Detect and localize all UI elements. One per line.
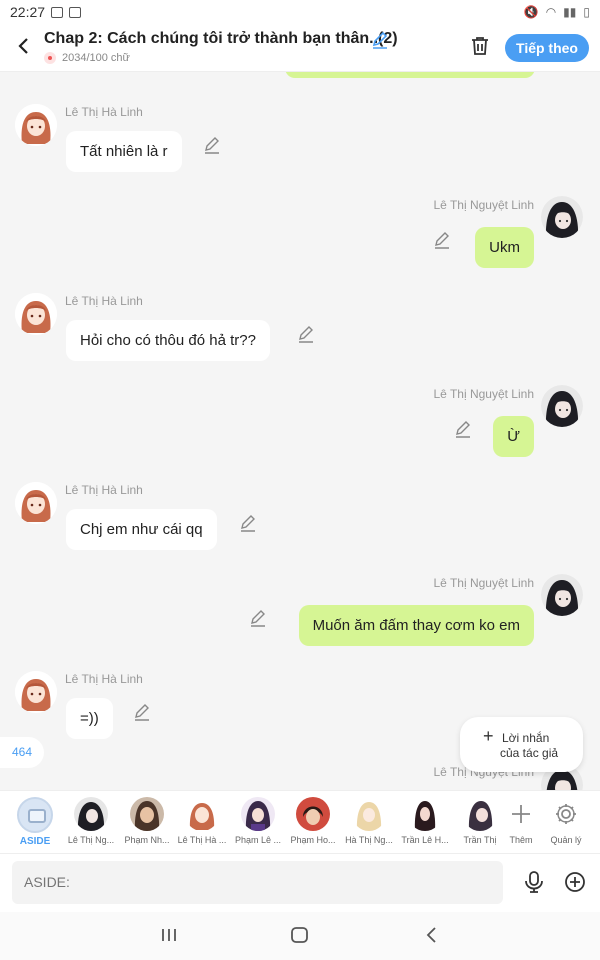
- character-item[interactable]: Phạm Nh...: [120, 797, 174, 845]
- word-count-icon: [44, 52, 56, 64]
- system-nav-bar: [0, 912, 600, 960]
- character-aside[interactable]: ASIDE: [8, 797, 62, 847]
- avatar-nguyet-linh[interactable]: [541, 385, 583, 427]
- word-count: 2034/100 chữ: [44, 52, 130, 64]
- edit-message-icon[interactable]: [249, 610, 267, 628]
- chat-area[interactable]: Lê Thị Hà Linh Tất nhiên là r Lê Thị Ngu…: [0, 72, 600, 790]
- message-bubble[interactable]: Ukm: [475, 227, 534, 268]
- sender-name: Lê Thị Hà Linh: [65, 672, 143, 686]
- status-bar: 22:27 🔇 ◠ ▮▮ ▯: [0, 0, 600, 24]
- home-icon[interactable]: [289, 924, 311, 946]
- status-time: 22:27: [10, 4, 46, 20]
- message-bubble[interactable]: Muốn ăm đấm thay cơm ko em: [298, 605, 534, 646]
- avatar-ha-linh[interactable]: [15, 671, 57, 713]
- character-bar: ASIDE Lê Thị Ng... Phạm Nh... Lê Thị Hà …: [0, 790, 600, 854]
- microphone-icon[interactable]: [523, 870, 545, 894]
- message-bubble[interactable]: Chj em như cái qq: [66, 509, 217, 550]
- aside-icon: [17, 797, 53, 833]
- edit-message-icon[interactable]: [297, 326, 315, 344]
- edit-message-icon[interactable]: [454, 421, 472, 439]
- sender-name: Lê Thị Nguyệt Linh: [433, 576, 534, 590]
- character-item[interactable]: Phạm Lê ...: [231, 797, 285, 845]
- battery-icon: ▯: [583, 5, 590, 19]
- signal-icon: ▮▮: [563, 5, 577, 19]
- author-note-button[interactable]: + Lời nhắn của tác giả: [460, 717, 583, 772]
- next-button[interactable]: Tiếp theo: [505, 34, 589, 62]
- sender-name: Lê Thị Hà Linh: [65, 483, 143, 497]
- message-bubble[interactable]: =)): [66, 698, 113, 739]
- sender-name: Lê Thị Hà Linh: [65, 105, 143, 119]
- message-bubble-partial: [285, 72, 535, 78]
- back-nav-icon[interactable]: [422, 924, 442, 946]
- chevron-left-icon: [18, 38, 28, 54]
- app-header: Chap 2: Cách chúng tôi trở thành bạn thâ…: [0, 24, 600, 72]
- message-counter: 464: [0, 737, 44, 768]
- edit-message-icon[interactable]: [133, 704, 151, 722]
- sender-name: Lê Thị Hà Linh: [65, 294, 143, 308]
- message-bubble[interactable]: Tất nhiên là r: [66, 131, 182, 172]
- gallery-icon: [51, 6, 64, 18]
- avatar-nguyet-linh[interactable]: [541, 196, 583, 238]
- gear-icon: [556, 804, 576, 824]
- edit-message-icon[interactable]: [433, 232, 451, 250]
- mute-icon: 🔇: [523, 5, 539, 19]
- sender-name: Lê Thị Nguyệt Linh: [433, 387, 534, 401]
- sender-name: Lê Thị Nguyệt Linh: [433, 198, 534, 212]
- character-item[interactable]: Lê Thị Hà ...: [175, 797, 229, 845]
- edit-message-icon[interactable]: [203, 137, 221, 155]
- avatar-ha-linh[interactable]: [15, 104, 57, 146]
- character-item[interactable]: Phạm Ho...: [286, 797, 340, 845]
- message-input[interactable]: [12, 861, 503, 904]
- plus-icon: +: [483, 726, 494, 746]
- add-circle-icon[interactable]: [564, 871, 586, 893]
- avatar-nguyet-linh[interactable]: [541, 574, 583, 616]
- character-item[interactable]: Hà Thị Ng...: [342, 797, 396, 845]
- media-icon: [69, 6, 82, 18]
- recent-apps-icon[interactable]: [159, 924, 179, 946]
- edit-title-icon[interactable]: [371, 31, 389, 49]
- plus-icon: [512, 805, 530, 823]
- character-item[interactable]: Trần Lê H...: [398, 797, 452, 845]
- edit-message-icon[interactable]: [239, 515, 257, 533]
- input-bar: [0, 854, 600, 912]
- message-bubble[interactable]: Ừ: [493, 416, 534, 457]
- avatar-ha-linh[interactable]: [15, 482, 57, 524]
- character-item[interactable]: Lê Thị Ng...: [64, 797, 118, 845]
- manage-characters-button[interactable]: Quản lý: [539, 797, 593, 845]
- avatar-ha-linh[interactable]: [15, 293, 57, 335]
- message-bubble[interactable]: Hỏi cho có thôu đó hả tr??: [66, 320, 270, 361]
- back-button[interactable]: [12, 34, 34, 58]
- chapter-title[interactable]: Chap 2: Cách chúng tôi trở thành bạn thâ…: [44, 30, 398, 48]
- trash-icon[interactable]: [469, 35, 491, 57]
- wifi-icon: ◠: [545, 5, 557, 19]
